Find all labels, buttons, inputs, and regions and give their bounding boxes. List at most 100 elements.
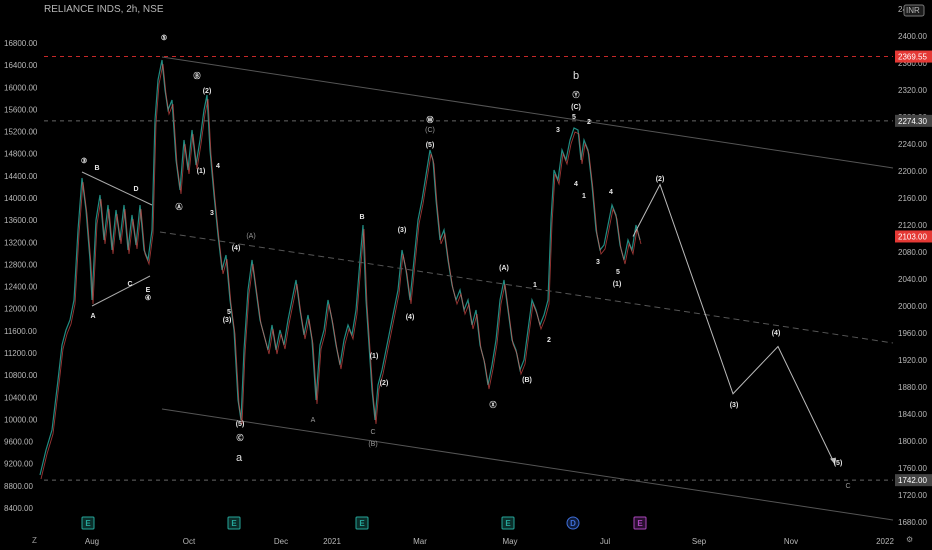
- right-axis-tick: 2320.00: [898, 86, 927, 95]
- wave-label: 5: [227, 309, 231, 316]
- wave-label-b: b: [573, 70, 579, 82]
- right-axis-tick: 1760.00: [898, 464, 927, 473]
- price-tag-support-label: 1742.00: [898, 476, 927, 485]
- annotation-layer: ③BDACE④⑤Ⓑ(2)4(1)Ⓐ3(4)(A)5(3)(5)ⒸAB(1)(2)…: [44, 34, 894, 521]
- channel-lower-line: [161, 408, 894, 521]
- x-axis-label: Aug: [85, 537, 99, 546]
- channel-mid-line: [159, 231, 894, 344]
- left-axis-tick: 15200.00: [4, 128, 38, 137]
- wave-label: C: [370, 429, 375, 436]
- wave-label: (5): [426, 142, 435, 149]
- left-axis-tick: 14800.00: [4, 150, 38, 159]
- right-axis-tick: 2000.00: [898, 302, 927, 311]
- wave-label: Ⓑ: [194, 71, 201, 80]
- left-axis-tick: 11600.00: [4, 327, 37, 336]
- price-series-line-down: [40, 63, 642, 480]
- wave-label: (1): [613, 281, 622, 288]
- wave-label: (2): [656, 176, 665, 183]
- event-marker-label: E: [359, 519, 365, 528]
- right-axis-tick: 2400.00: [898, 32, 927, 41]
- wave-label: 1: [582, 193, 586, 200]
- wave-label: 3: [210, 210, 214, 217]
- wave-label: 2: [547, 337, 551, 344]
- right-axis-tick: 1680.00: [898, 518, 927, 527]
- wave-label: A: [90, 313, 95, 320]
- wave-label: (1): [370, 353, 379, 360]
- wave-label: (4): [406, 314, 415, 321]
- wave-label: Ⓦ: [427, 115, 434, 124]
- price-tag-resistance-label: 2369.55: [898, 53, 927, 62]
- axes-layer: 16800.00 16400.00 16000.00 15600.00 15200.00…: [4, 4, 932, 546]
- left-axis-tick: 8400.00: [4, 504, 33, 513]
- left-axis-tick: 10400.00: [4, 393, 38, 402]
- event-marker-label: E: [505, 519, 511, 528]
- wave-label: Ⓒ: [237, 433, 244, 442]
- wave-label: 1: [533, 282, 537, 289]
- wave-label: (3): [398, 227, 407, 234]
- wave-label: B: [94, 165, 99, 172]
- right-axis-tick: 2200.00: [898, 167, 927, 176]
- right-axis-tick: 1720.00: [898, 491, 927, 500]
- event-marker-label: E: [637, 519, 643, 528]
- right-axis-tick: 2240.00: [898, 140, 927, 149]
- price-line-layer: [39, 59, 642, 480]
- wave-label: (1): [197, 168, 206, 175]
- wave-label: A: [311, 417, 316, 424]
- zoom-reset-button[interactable]: Z: [32, 536, 37, 545]
- wave-label: D: [133, 186, 138, 193]
- left-axis-tick: 12800.00: [4, 260, 38, 269]
- x-axis-label: 2022: [876, 537, 894, 546]
- wave-label: (2): [380, 380, 389, 387]
- wave-label: (C): [425, 127, 435, 134]
- left-axis-tick: 8800.00: [4, 482, 33, 491]
- wave-label: (3): [223, 317, 232, 324]
- wave-label: ④: [145, 294, 151, 302]
- wave-label: 2: [587, 119, 591, 126]
- left-axis-tick: 14000.00: [4, 194, 38, 203]
- left-axis-tick: 12400.00: [4, 283, 38, 292]
- settings-icon[interactable]: ⚙: [906, 535, 913, 544]
- event-marker-label: E: [231, 519, 237, 528]
- x-axis-label: Jul: [600, 537, 610, 546]
- wave-label: 5: [572, 114, 576, 121]
- price-tag-last-label: 2103.00: [898, 232, 927, 241]
- right-axis-tick: 1920.00: [898, 356, 927, 365]
- wave-label: (2): [203, 88, 212, 95]
- price-chart[interactable]: ③BDACE④⑤Ⓑ(2)4(1)Ⓐ3(4)(A)5(3)(5)ⒸAB(1)(2)…: [0, 0, 932, 550]
- wave-label: Ⓐ: [176, 202, 183, 211]
- x-axis-label: May: [502, 537, 517, 546]
- left-axis-tick: 16000.00: [4, 83, 38, 92]
- x-axis-label: Oct: [183, 537, 196, 546]
- wave-label: (5): [834, 460, 843, 467]
- right-axis-tick: 2040.00: [898, 275, 927, 284]
- wave-label-a: a: [236, 452, 243, 464]
- wave-label: (C): [571, 104, 581, 111]
- right-axis-tick: 1880.00: [898, 383, 927, 392]
- wave-label: Ⓧ: [490, 400, 497, 409]
- x-axis-label: Sep: [692, 537, 707, 546]
- x-axis-label: Mar: [413, 537, 427, 546]
- right-axis-tick: 2120.00: [898, 221, 927, 230]
- price-tag-level-label: 2274.30: [898, 117, 927, 126]
- wave-label: 3: [556, 127, 560, 134]
- left-axis-tick: 16800.00: [4, 39, 38, 48]
- right-axis-tick: 2160.00: [898, 194, 927, 203]
- wave-label: 3: [596, 259, 600, 266]
- wave-label: (4): [772, 330, 781, 337]
- event-marker-label: E: [85, 519, 91, 528]
- triangle-lower-line: [91, 275, 151, 307]
- left-axis-tick: 15600.00: [4, 105, 38, 114]
- wave-label: (A): [499, 265, 509, 272]
- wave-label: ③: [81, 157, 87, 165]
- wave-label: (3): [730, 402, 739, 409]
- left-axis-tick: 13600.00: [4, 216, 38, 225]
- right-axis-tick: 1960.00: [898, 329, 927, 338]
- wave-label: Ⓨ: [573, 90, 580, 99]
- wave-label: 4: [609, 189, 613, 196]
- left-axis-tick: 14400.00: [4, 172, 38, 181]
- triangle-upper-line: [81, 171, 153, 206]
- x-axis-label: Dec: [274, 537, 288, 546]
- wave-label: 4: [574, 181, 578, 188]
- left-axis-tick: 12000.00: [4, 305, 38, 314]
- currency-badge-label: INR: [906, 6, 920, 15]
